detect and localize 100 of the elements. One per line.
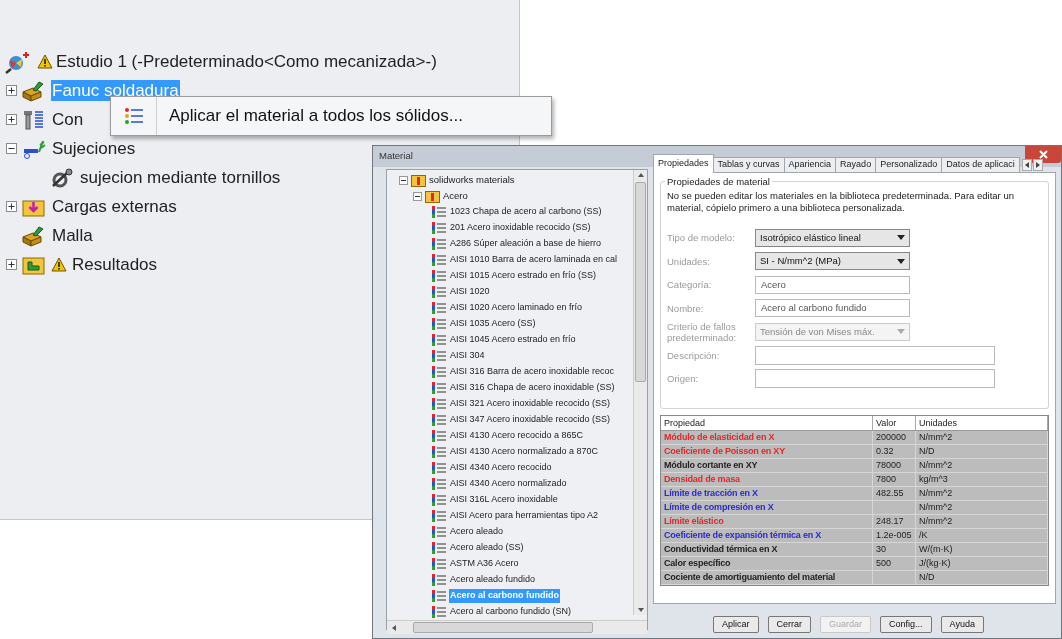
material-item[interactable]: AISI 4340 Acero recocido	[449, 461, 553, 475]
tree-item[interactable]: Cargas externas	[51, 196, 178, 217]
material-icon	[431, 269, 447, 283]
tree-item[interactable]: Malla	[51, 225, 94, 246]
material-icon	[431, 221, 447, 235]
library-item[interactable]: solidworks materials	[429, 172, 515, 188]
material-item[interactable]: AISI 1045 Acero estrado en frío	[449, 333, 577, 347]
material-item[interactable]: AISI 4340 Acero normalizado	[449, 477, 568, 491]
dialog-button[interactable]: Ayuda	[940, 616, 984, 633]
material-item[interactable]: AISI Acero para herramientas tipo A2	[449, 509, 600, 523]
material-item[interactable]: AISI 316 Barra de acero inoxidable recoc	[449, 365, 616, 379]
material-item[interactable]: A286 Súper aleación a base de hierro	[449, 237, 603, 251]
table-cell: Módulo de elasticidad en X	[661, 431, 873, 444]
material-item[interactable]: 1023 Chapa de acero al carbono (SS)	[449, 205, 603, 219]
material-item[interactable]: AISI 321 Acero inoxidable recocido (SS)	[449, 397, 612, 411]
tree-item[interactable]: Sujeciones	[51, 138, 137, 159]
material-icon	[431, 333, 447, 347]
material-item[interactable]: AISI 4130 Acero normalizado a 870C	[449, 445, 600, 459]
material-item[interactable]: AISI 1035 Acero (SS)	[449, 317, 537, 331]
dialog-button[interactable]: Aplicar	[713, 616, 759, 633]
expand-icon[interactable]	[6, 259, 17, 270]
collapse-icon[interactable]	[413, 191, 422, 201]
column-header[interactable]: Valor	[873, 416, 916, 430]
tab[interactable]: Apariencia	[783, 157, 837, 173]
dropdown-arrow-icon	[897, 329, 905, 335]
column-header[interactable]: Propiedad	[661, 416, 873, 430]
tab[interactable]: Propiedades	[653, 154, 714, 173]
scrollbar-thumb[interactable]	[413, 622, 593, 633]
material-icon	[431, 557, 447, 571]
material-icon	[431, 541, 447, 555]
table-cell: Cociente de amortiguamiento del material	[661, 571, 873, 584]
tab[interactable]: Tablas y curvas	[712, 157, 785, 173]
text-field[interactable]: Acero	[755, 275, 910, 294]
table-cell: Conductividad térmica en X	[661, 543, 873, 556]
dialog-button[interactable]: Config...	[880, 616, 932, 633]
tree-item[interactable]: Resultados	[71, 254, 159, 275]
text-field[interactable]	[755, 345, 995, 365]
text-field[interactable]: Acero al carbono fundido	[755, 299, 910, 318]
material-icon	[431, 285, 447, 299]
material-icon	[431, 493, 447, 507]
folder-icon	[425, 189, 440, 203]
vertical-scrollbar[interactable]	[633, 170, 647, 615]
dropdown-arrow-icon	[897, 258, 905, 264]
expand-icon[interactable]	[6, 201, 17, 212]
material-icon	[431, 509, 447, 523]
material-list-icon	[123, 106, 144, 126]
horizontal-scrollbar[interactable]	[387, 620, 647, 634]
table-cell: Densidad de masa	[661, 473, 873, 486]
material-icon	[431, 589, 447, 603]
dialog-button[interactable]: Cerrar	[767, 616, 812, 633]
tab-scroll-left-button[interactable]	[1021, 159, 1032, 171]
material-item[interactable]: AISI 1020 Acero laminado en frío	[449, 301, 584, 315]
material-item[interactable]: Acero aleado	[449, 525, 505, 539]
table-cell: 0.32	[873, 445, 916, 458]
tree-item[interactable]: sujecion mediante tornillos	[79, 167, 282, 188]
info-text: No se pueden editar los materiales en la biblioteca predeterminada. Para editar un material, cópielo primero a una biblioteca personalizada.	[667, 190, 1015, 214]
tab[interactable]: Datos de aplicaci	[941, 157, 1020, 173]
material-item[interactable]: AISI 347 Acero inoxidable recocido (SS)	[449, 413, 612, 427]
table-cell: N/mm^2	[916, 501, 1048, 514]
material-item[interactable]: Acero al carbono fundido (SN)	[449, 605, 573, 619]
material-icon	[431, 349, 447, 363]
tab-scroll-right-button[interactable]	[1032, 159, 1043, 171]
dropdown[interactable]: SI - N/mm^2 (MPa)	[755, 252, 910, 271]
expand-icon[interactable]	[6, 114, 17, 125]
table-cell: 1.2e-005	[873, 529, 916, 542]
material-item[interactable]: AISI 316 Chapa de acero inoxidable (SS)	[449, 381, 616, 395]
tab[interactable]: Rayado	[835, 157, 877, 173]
tab[interactable]: Personalizado	[875, 157, 943, 173]
table-cell: Límite de compresión en X	[661, 501, 873, 514]
collapse-icon[interactable]	[399, 175, 408, 185]
text-field[interactable]	[755, 369, 995, 389]
menu-item[interactable]: Aplicar el material a todos los sólidos...	[169, 103, 463, 129]
material-item[interactable]: 201 Acero inoxidable recocido (SS)	[449, 221, 592, 235]
material-item[interactable]: AISI 1020	[449, 285, 491, 299]
scrollbar-thumb[interactable]	[635, 182, 646, 382]
table-cell: 482.55	[873, 487, 916, 500]
study-title[interactable]: Estudio 1 (-Predeterminado<Como mecanizada>-)	[56, 48, 437, 75]
material-icon	[431, 205, 447, 219]
material-item[interactable]: AISI 1015 Acero estrado en frío (SS)	[449, 269, 598, 283]
table-cell: 78000	[873, 459, 916, 472]
table-cell: N/D	[916, 571, 1048, 584]
collapse-icon[interactable]	[6, 143, 17, 154]
material-item[interactable]: Acero aleado fundido	[449, 573, 537, 587]
library-item[interactable]: Acero	[443, 188, 468, 204]
material-icon	[431, 429, 447, 443]
material-item[interactable]: AISI 316L Acero inoxidable	[449, 493, 559, 507]
material-item[interactable]: Acero aleado (SS)	[449, 541, 525, 555]
field-label: Origen:	[667, 373, 700, 385]
column-header[interactable]: Unidades	[916, 416, 1048, 430]
expand-icon[interactable]	[6, 85, 17, 96]
material-item[interactable]: AISI 304	[449, 349, 486, 363]
material-item[interactable]: AISI 1010 Barra de acero laminada en cal	[449, 253, 619, 267]
dropdown[interactable]: Isotrópico elástico lineal	[755, 228, 910, 247]
material-item[interactable]: AISI 4130 Acero recocido a 865C	[449, 429, 585, 443]
tree-item[interactable]: Con	[51, 109, 85, 130]
material-item[interactable]: ASTM A36 Acero	[449, 557, 520, 571]
field-label: Criterio de fallos predeterminado:	[667, 320, 738, 343]
table-cell: Calor específico	[661, 557, 873, 570]
table-cell: /K	[916, 529, 1048, 542]
field-label: Unidades:	[667, 255, 711, 267]
